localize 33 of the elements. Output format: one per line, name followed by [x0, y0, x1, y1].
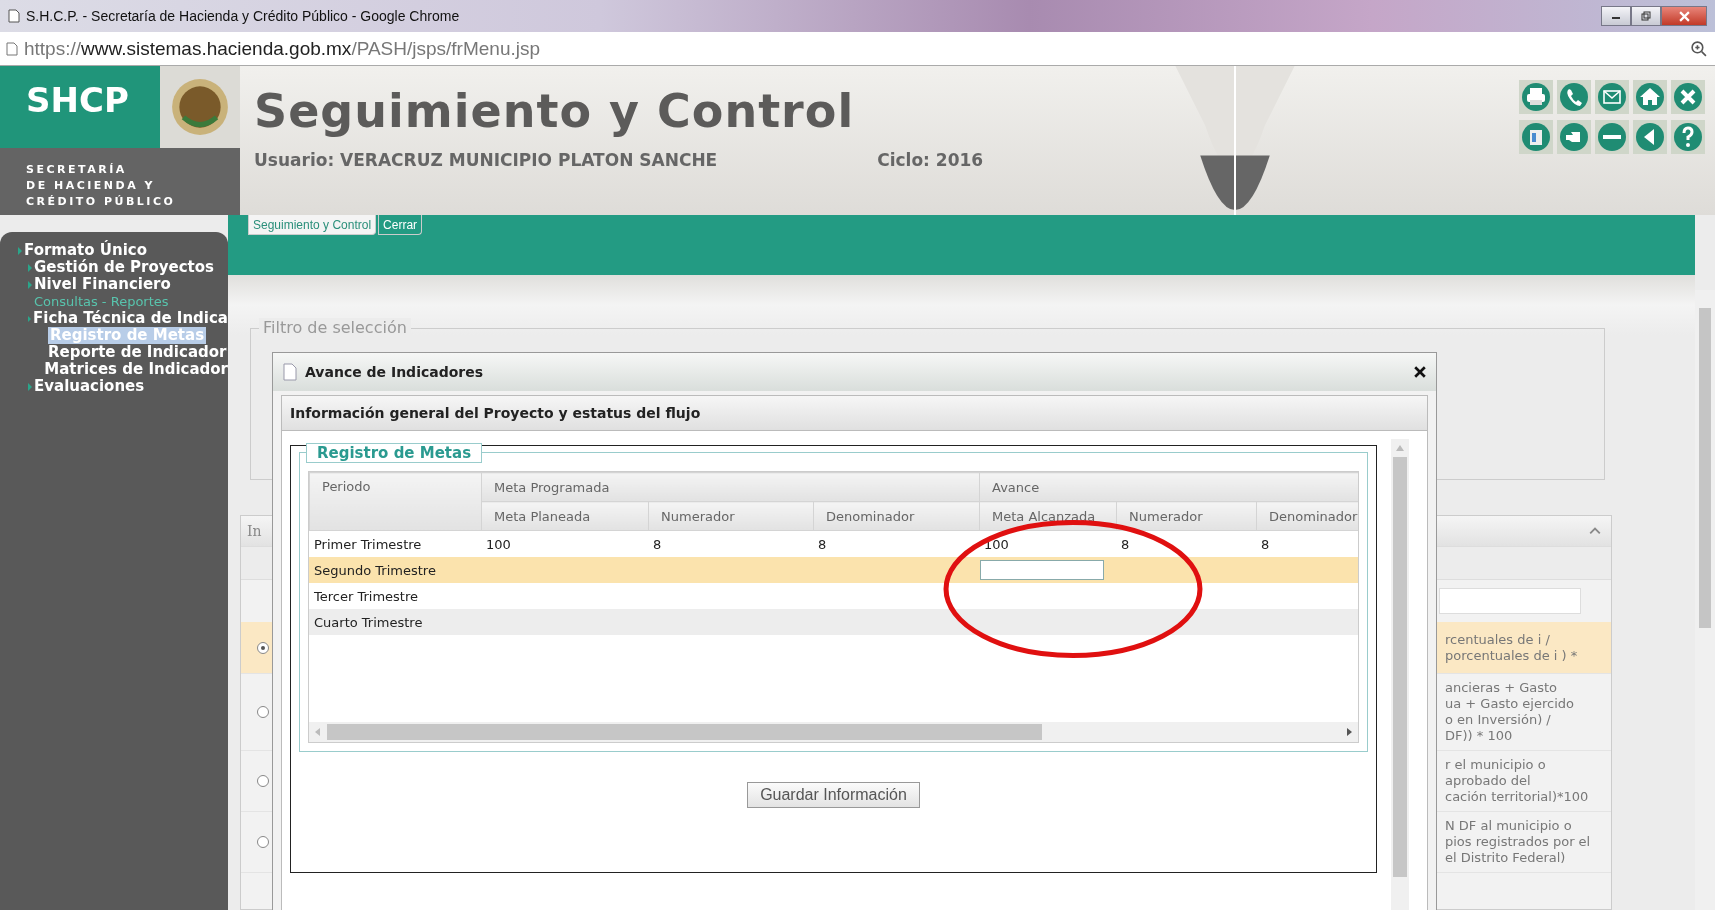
column-header: Numerador [648, 501, 814, 531]
indicator-formula: ancieras + Gasto ua + Gasto ejercido o en Inversión) / DF)) * 100 [1445, 680, 1575, 744]
agency-name: SECRETARÍA [26, 162, 128, 177]
table-cell: 8 [1261, 536, 1270, 552]
column-header: Numerador [1116, 501, 1257, 531]
column-header: Denominador [1256, 501, 1358, 531]
user-label: Usuario: VERACRUZ MUNICIPIO PLATON SANCHE [254, 150, 718, 170]
agency-name: DE HACIENDA Y [26, 178, 157, 193]
table-cell: 100 [486, 536, 511, 552]
column-header: Denominador [813, 501, 980, 531]
section-header: Información general del Proyecto y estatus del flujo [282, 396, 1427, 431]
column-header: Periodo [309, 472, 482, 531]
table-cell: 8 [1121, 536, 1130, 552]
panel-title: In [247, 523, 262, 539]
cycle-label: Ciclo: 2016 [877, 150, 984, 170]
indicator-formula: r el municipio o aprobado del cación territorial)*100 [1445, 757, 1590, 805]
dialog-title: Avance de Indicadores [305, 364, 484, 380]
indicator-formula: N DF al municipio o pios registrados por el el Distrito Federal) [1445, 818, 1592, 866]
column-group-header: Meta Programada [481, 472, 980, 502]
agency-name: CRÉDITO PÚBLICO [26, 194, 177, 209]
table-cell: Cuarto Trimestre [314, 614, 423, 630]
app-title: Seguimiento y Control [254, 84, 856, 138]
table-cell: Tercer Trimestre [314, 588, 418, 604]
column-group-header: Avance [979, 472, 1358, 502]
table-cell: Primer Trimestre [314, 536, 422, 552]
logo-text: SHCP [0, 66, 160, 148]
window-title: S.H.C.P. - Secretaría de Hacienda y Crédito Público - Google Chrome [26, 8, 460, 24]
table-cell: 8 [653, 536, 662, 552]
column-header: Meta Planeada [481, 501, 649, 531]
indicator-formula: rcentuales de i / porcentuales de i ) * [1445, 631, 1579, 664]
table-cell: Segundo Trimestre [314, 562, 436, 578]
fieldset-legend: Registro de Metas [306, 443, 483, 463]
table-cell: 8 [818, 536, 827, 552]
